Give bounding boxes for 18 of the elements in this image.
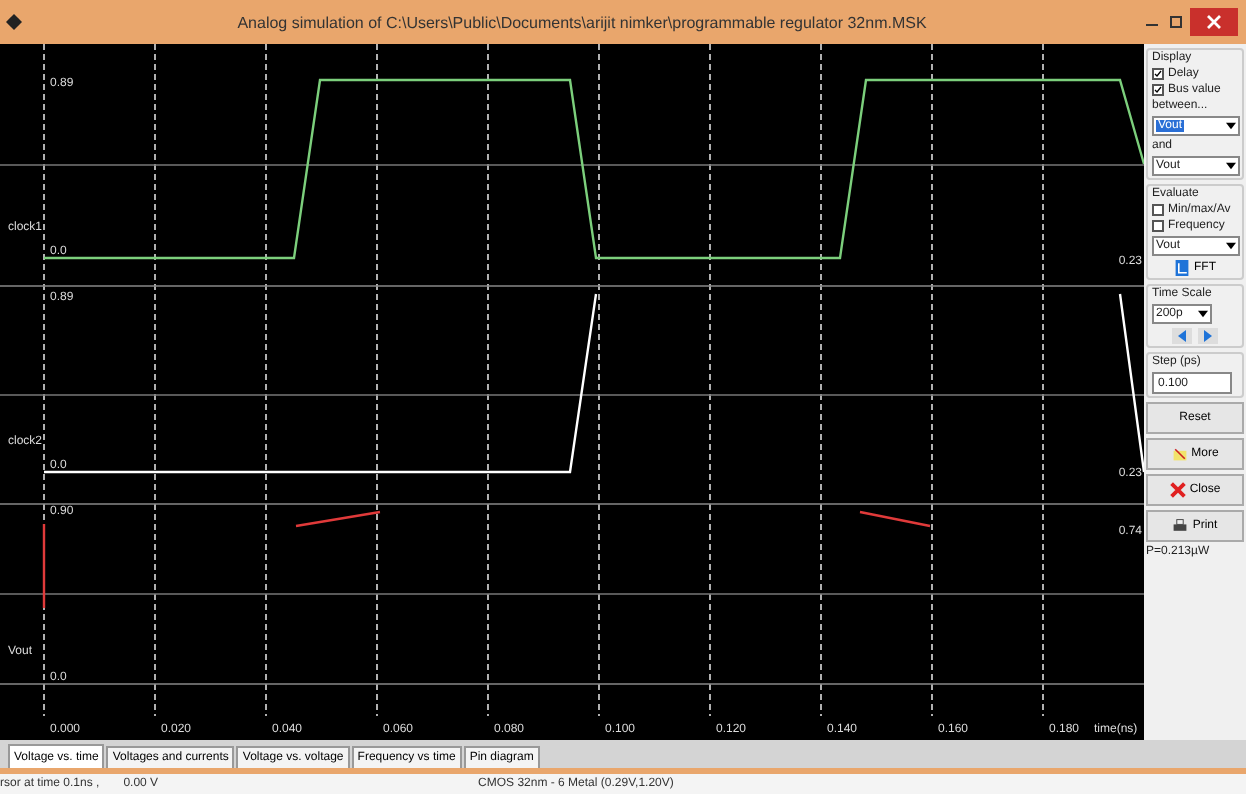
chart-icon	[1174, 260, 1190, 276]
dropdown-arrow-icon	[1198, 310, 1208, 318]
checkbox-box[interactable]	[1152, 68, 1164, 80]
close-icon	[1169, 482, 1186, 498]
checkbox-box[interactable]	[1152, 220, 1164, 232]
dropdown-arrow-icon	[1226, 162, 1236, 170]
close-icon[interactable]	[1190, 8, 1238, 36]
checkbox-box[interactable]	[1152, 204, 1164, 216]
note-icon	[1171, 446, 1188, 462]
left-arrow-icon[interactable]	[1172, 328, 1192, 344]
right-arrow-icon[interactable]	[1198, 328, 1218, 344]
checkbox-box[interactable]	[1152, 84, 1164, 96]
window-title: Analog simulation of C:\Users\Public\Documents\arijit nimker\programmable regulator 32nm.MSK	[235, 13, 929, 31]
app-icon	[6, 14, 22, 30]
printer-icon	[1172, 518, 1189, 534]
maximize-icon[interactable]	[1166, 12, 1186, 32]
dropdown-arrow-icon	[1226, 122, 1236, 130]
dropdown-arrow-icon	[1226, 242, 1236, 250]
